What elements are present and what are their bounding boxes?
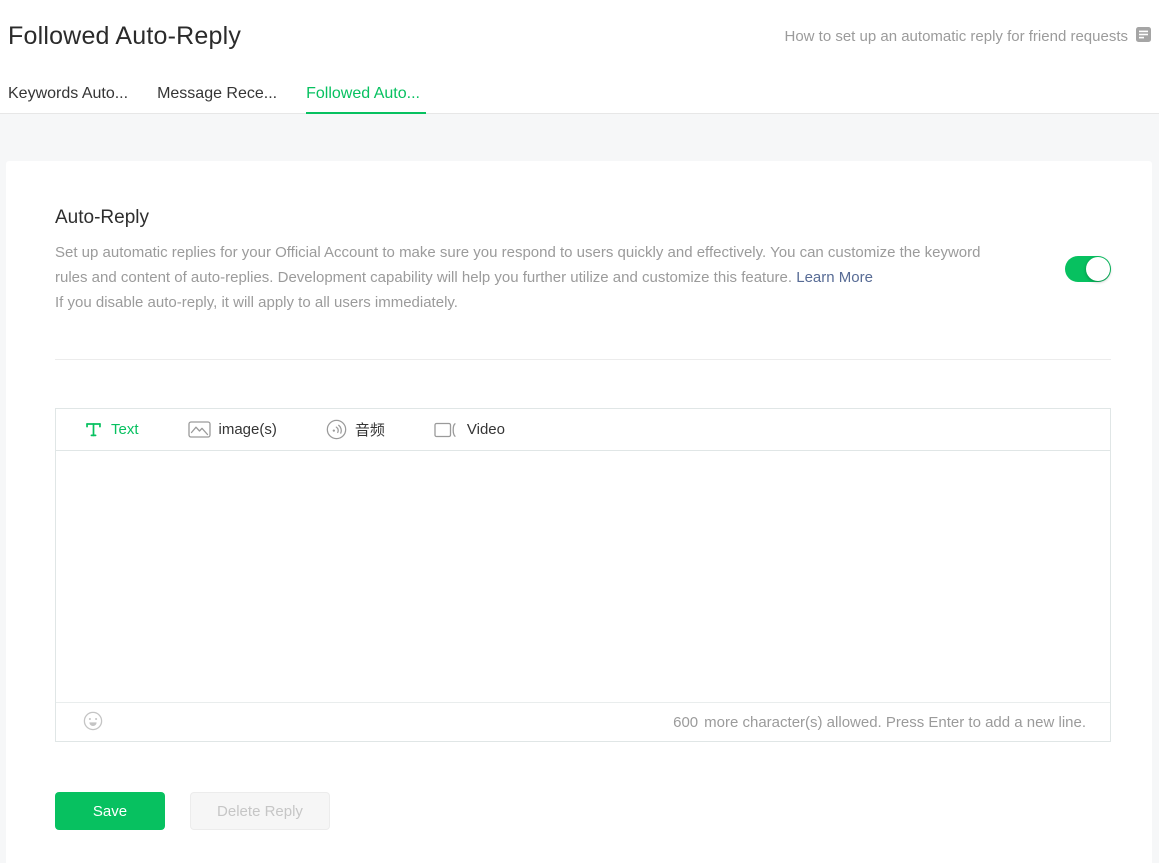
character-counter: 600 more character(s) allowed. Press Ente… xyxy=(673,714,1086,731)
tool-video-button[interactable]: Video xyxy=(434,421,505,439)
tab-keywords-auto-reply[interactable]: Keywords Auto... xyxy=(8,85,128,113)
image-icon xyxy=(187,421,211,438)
editor-toolbar: Text image(s) 音频 Video xyxy=(56,409,1110,451)
delete-reply-button[interactable]: Delete Reply xyxy=(190,792,330,830)
help-link-label: How to set up an automatic reply for fri… xyxy=(784,28,1128,45)
characters-remaining: 600 xyxy=(673,713,699,731)
help-link[interactable]: How to set up an automatic reply for fri… xyxy=(784,26,1152,47)
auto-reply-toggle[interactable] xyxy=(1065,256,1111,282)
video-icon xyxy=(434,421,459,439)
page-header: Followed Auto-Reply How to set up an aut… xyxy=(0,0,1159,114)
tool-video-label: Video xyxy=(466,421,505,438)
emoji-button[interactable] xyxy=(83,711,103,734)
tool-audio-button[interactable]: 音频 xyxy=(326,419,385,440)
section-divider xyxy=(55,359,1111,360)
disable-note: If you disable auto-reply, it will apply… xyxy=(55,294,458,311)
header-top-row: Followed Auto-Reply How to set up an aut… xyxy=(8,22,1152,51)
reply-editor: Text image(s) 音频 Video 600 more characte… xyxy=(55,408,1111,742)
page-title: Followed Auto-Reply xyxy=(8,22,242,50)
learn-more-link[interactable]: Learn More xyxy=(796,269,873,286)
document-icon xyxy=(1135,26,1152,47)
tool-image-label: image(s) xyxy=(218,421,277,438)
tool-audio-label: 音频 xyxy=(354,422,385,439)
tab-followed-auto-reply[interactable]: Followed Auto... xyxy=(306,85,426,114)
toggle-knob xyxy=(1086,257,1110,281)
editor-footer: 600 more character(s) allowed. Press Ente… xyxy=(56,702,1110,741)
description-block: Set up automatic replies for your Offici… xyxy=(55,240,997,315)
tab-bar: Keywords Auto... Message Rece... Followe… xyxy=(8,85,1152,114)
action-buttons: Save Delete Reply xyxy=(55,792,1111,830)
description-row: Set up automatic replies for your Offici… xyxy=(55,240,1111,315)
reply-content-input[interactable] xyxy=(56,451,1110,702)
audio-icon xyxy=(326,419,347,440)
auto-reply-panel: Auto-Reply Set up automatic replies for … xyxy=(6,161,1152,863)
tool-text-label: Text xyxy=(111,421,139,438)
save-button[interactable]: Save xyxy=(55,792,165,830)
smiley-icon xyxy=(83,711,103,734)
tool-text-button[interactable]: Text xyxy=(84,420,139,439)
text-icon xyxy=(84,420,103,439)
tool-image-button[interactable]: image(s) xyxy=(187,421,277,438)
section-title: Auto-Reply xyxy=(55,207,149,228)
character-hint: more character(s) allowed. Press Enter t… xyxy=(704,713,1086,731)
tab-message-received[interactable]: Message Rece... xyxy=(157,85,277,113)
